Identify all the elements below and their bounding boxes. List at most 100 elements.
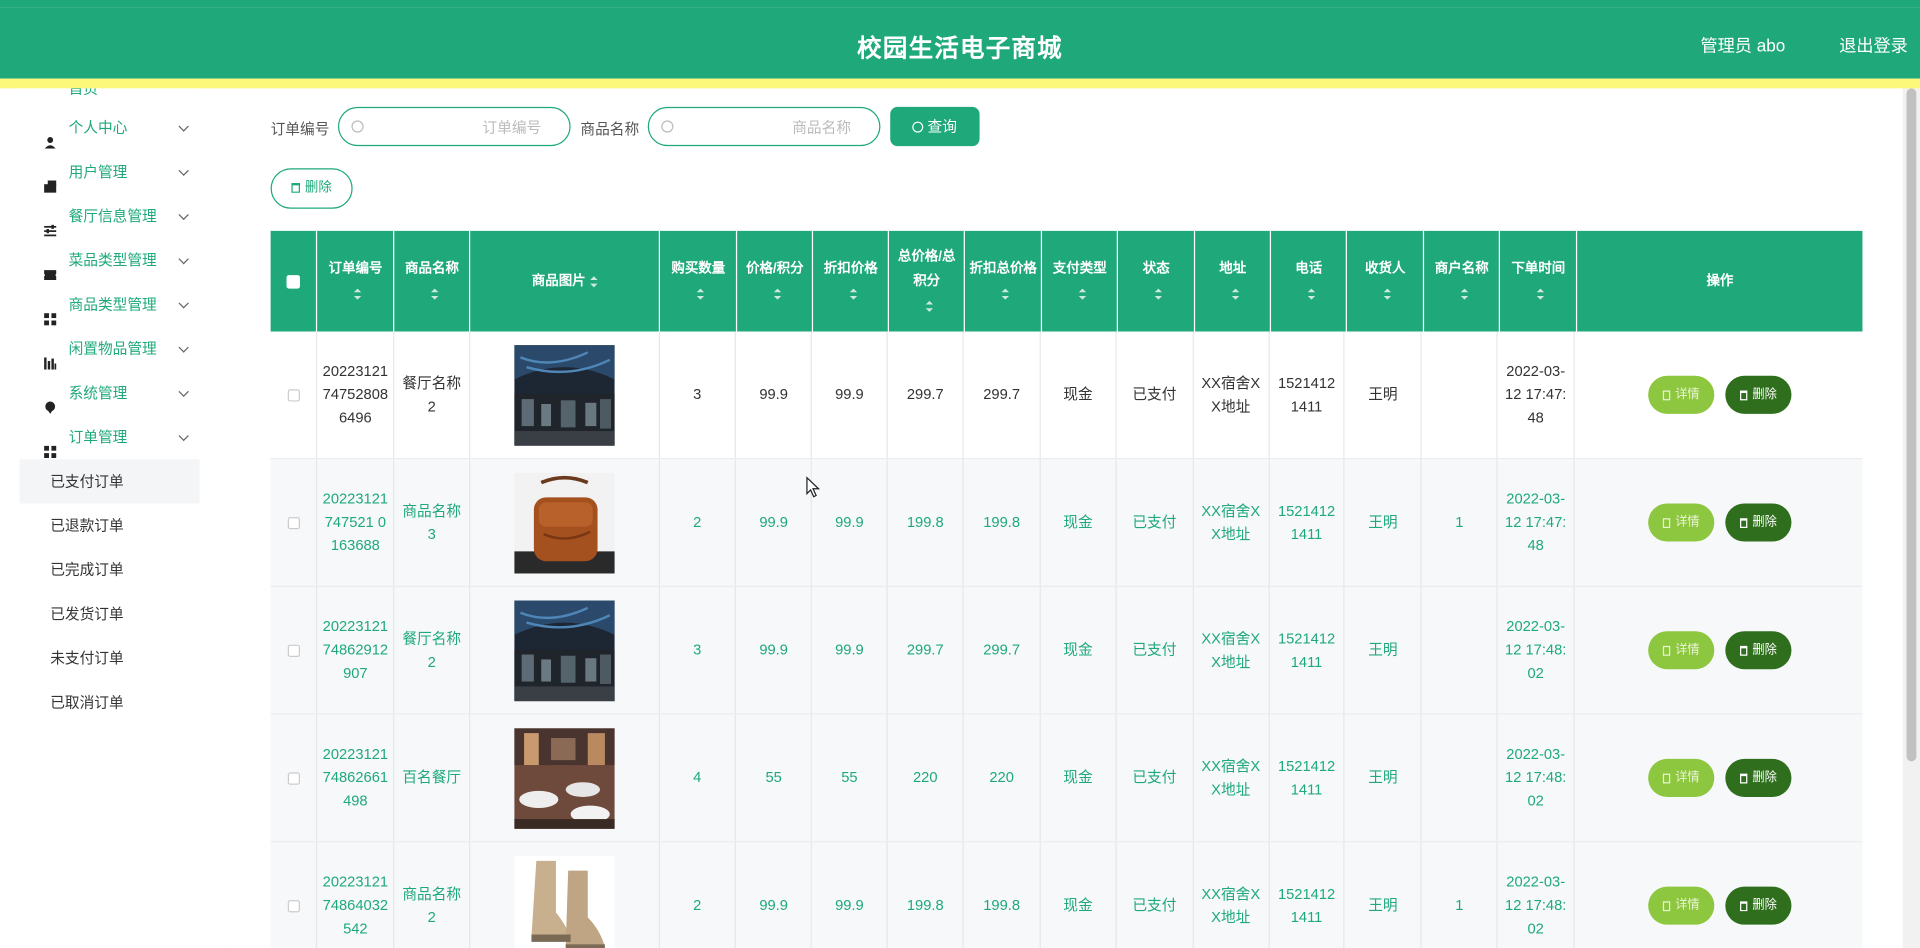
sort-icon[interactable] xyxy=(1155,288,1163,300)
vertical-scrollbar[interactable] xyxy=(1902,88,1920,948)
delete-button[interactable]: 删除 xyxy=(1725,503,1792,542)
row-checkbox[interactable] xyxy=(287,516,300,529)
sidebar-item-2[interactable]: 餐厅信息管理 xyxy=(20,194,200,238)
cell-time: 2022-03-12 17:47:48 xyxy=(1498,459,1575,586)
column-header[interactable]: 电话 xyxy=(1271,230,1348,332)
sidebar-item-1[interactable]: 用户管理 xyxy=(20,150,200,194)
cell-actions: 详情 删除 xyxy=(1575,842,1863,948)
trash-icon xyxy=(1740,517,1748,528)
submenu-item-4[interactable]: 未支付订单 xyxy=(20,636,200,680)
submenu-item-3[interactable]: 已发货订单 xyxy=(20,592,200,636)
sort-icon[interactable] xyxy=(1231,288,1239,300)
column-header[interactable]: 商品名称 xyxy=(395,230,471,332)
cell-receiver: 王明 xyxy=(1345,842,1423,948)
column-header[interactable]: 收货人 xyxy=(1347,230,1425,332)
order-no-input[interactable] xyxy=(375,115,542,140)
table-row: 2022312174862912907 餐厅名称2 3 99.9 99.9 299.7 29… xyxy=(270,586,1863,715)
cell-address: XX宿舍XX地址 xyxy=(1193,842,1270,948)
query-button[interactable]: 查询 xyxy=(890,106,980,147)
column-header[interactable]: 价格/积分 xyxy=(737,230,814,332)
submenu-item-5[interactable]: 已取消订单 xyxy=(20,680,200,724)
sort-icon[interactable] xyxy=(430,288,439,300)
column-header[interactable]: 下单时间 xyxy=(1500,230,1578,332)
column-header[interactable]: 支付类型 xyxy=(1042,230,1119,332)
chevron-down-icon xyxy=(178,386,189,397)
sort-icon[interactable] xyxy=(354,288,362,300)
row-checkbox[interactable] xyxy=(287,388,300,401)
sliders-icon xyxy=(44,210,57,237)
column-header[interactable]: 地址 xyxy=(1195,230,1272,332)
select-all-checkbox[interactable] xyxy=(286,274,301,288)
row-checkbox[interactable] xyxy=(287,644,300,657)
sidebar-item-4[interactable]: 商品类型管理 xyxy=(20,282,200,326)
column-header[interactable]: 折扣总价格 xyxy=(965,230,1043,332)
column-header[interactable]: 状态 xyxy=(1118,230,1196,332)
sort-icon[interactable] xyxy=(773,288,781,300)
cell-qty: 4 xyxy=(659,714,737,842)
cell-total: 299.7 xyxy=(888,331,964,459)
table-row: 20223121747521 0163688 商品名称3 2 99.9 99.9 199.… xyxy=(270,459,1863,587)
sidebar-item-label: 用户管理 xyxy=(68,163,128,181)
detail-button[interactable]: 详情 xyxy=(1648,375,1715,414)
cell-total: 199.8 xyxy=(888,459,964,586)
sort-icon[interactable] xyxy=(1078,288,1086,300)
delete-button[interactable]: 删除 xyxy=(1725,758,1792,797)
sort-icon[interactable] xyxy=(925,300,933,312)
cell-price: 99.9 xyxy=(736,331,813,459)
column-header[interactable]: 商品图片 xyxy=(471,230,661,332)
submenu-item-2[interactable]: 已完成订单 xyxy=(20,548,200,592)
sort-icon[interactable] xyxy=(849,288,857,300)
cell-merchant xyxy=(1422,586,1498,714)
product-name-input[interactable] xyxy=(685,115,852,140)
column-header-label: 下单时间 xyxy=(1511,261,1566,277)
sidebar-item-6[interactable]: 系统管理 xyxy=(20,371,200,415)
submenu-item-0[interactable]: 已支付订单 xyxy=(19,459,200,504)
sidebar-item-home[interactable]: 首页 xyxy=(20,88,200,105)
detail-button[interactable]: 详情 xyxy=(1648,758,1715,797)
column-header[interactable]: 折扣价格 xyxy=(813,230,890,332)
sidebar-item-7[interactable]: 订单管理 xyxy=(20,415,200,459)
column-header[interactable]: 订单编号 xyxy=(318,230,395,332)
column-header-label: 收货人 xyxy=(1365,261,1406,277)
cell-time: 2022-03-12 17:48:02 xyxy=(1498,842,1575,948)
column-header[interactable]: 商户名称 xyxy=(1424,230,1501,332)
sidebar-menu: 首页 个人中心用户管理餐厅信息管理菜品类型管理商品类型管理 闲置物品管理 系统管理订… xyxy=(19,88,200,730)
detail-button[interactable]: 详情 xyxy=(1648,631,1715,670)
sidebar-item-0[interactable]: 个人中心 xyxy=(20,106,200,150)
cell-receiver: 王明 xyxy=(1345,331,1423,459)
detail-button[interactable]: 详情 xyxy=(1648,503,1715,542)
sort-icon[interactable] xyxy=(1537,288,1545,300)
chevron-down-icon xyxy=(178,253,189,265)
row-checkbox[interactable] xyxy=(287,771,300,785)
sort-icon[interactable] xyxy=(1001,288,1010,300)
product-name-search[interactable] xyxy=(647,106,881,147)
delete-button[interactable]: 删除 xyxy=(1725,886,1792,925)
detail-button-label: 详情 xyxy=(1675,388,1700,402)
delete-button[interactable]: 删除 xyxy=(1725,375,1792,414)
sort-icon[interactable] xyxy=(590,275,598,287)
sidebar-item-3[interactable]: 菜品类型管理 xyxy=(20,238,200,282)
column-header[interactable]: 购买数量 xyxy=(660,230,738,332)
column-header-label: 订单编号 xyxy=(328,261,383,277)
column-header[interactable]: 总价格/总积分 xyxy=(889,230,966,332)
sort-icon[interactable] xyxy=(1384,288,1392,300)
cell-qty: 3 xyxy=(659,586,737,714)
cell-address: XX宿舍XX地址 xyxy=(1193,714,1270,842)
sidebar-item-5[interactable]: 闲置物品管理 xyxy=(20,327,200,371)
batch-delete-button[interactable]: 删除 xyxy=(270,168,353,209)
sidebar-item-label: 菜品类型管理 xyxy=(68,251,157,269)
logout-link[interactable]: 退出登录 xyxy=(1839,33,1908,58)
scrollbar-thumb[interactable] xyxy=(1906,88,1917,762)
sort-icon[interactable] xyxy=(1307,288,1315,300)
sort-icon[interactable] xyxy=(697,288,705,300)
delete-button[interactable]: 删除 xyxy=(1725,631,1792,670)
order-no-search[interactable] xyxy=(337,106,571,147)
cell-image xyxy=(470,842,660,948)
cell-phone: 15214121411 xyxy=(1269,331,1346,459)
delete-button-label: 删除 xyxy=(1752,643,1777,657)
sort-icon[interactable] xyxy=(1460,288,1468,300)
row-checkbox[interactable] xyxy=(287,899,300,912)
submenu-item-1[interactable]: 已退款订单 xyxy=(20,503,200,547)
detail-button[interactable]: 详情 xyxy=(1648,886,1715,925)
column-header-label: 总价格/总积分 xyxy=(897,249,956,289)
